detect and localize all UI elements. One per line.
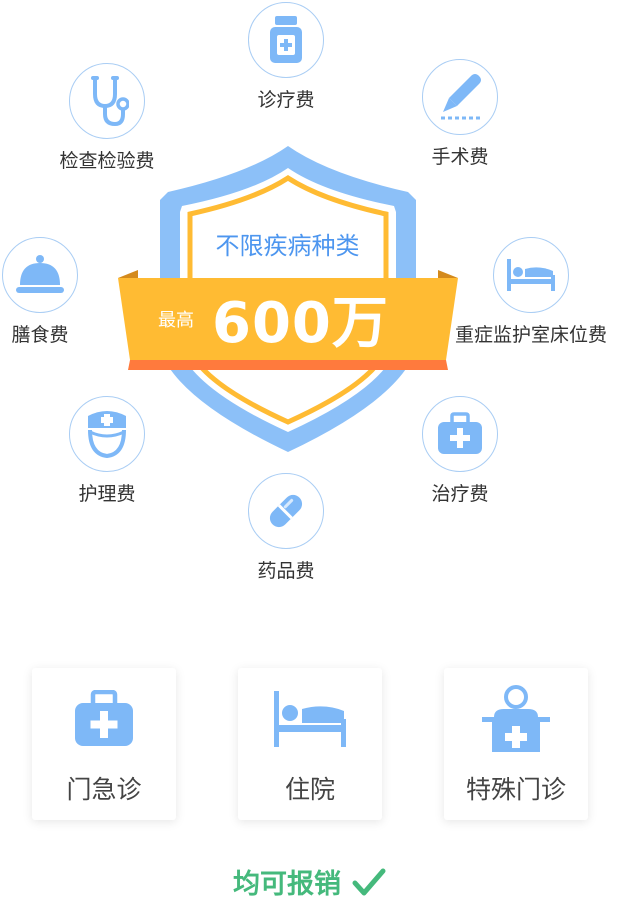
shield-amount: 600万	[212, 291, 389, 356]
fee-label: 重症监护室床位费	[454, 324, 607, 346]
card-special-outpatient: 特殊门诊	[444, 668, 588, 820]
fee-label: 护理费	[78, 483, 136, 505]
medicine-bottle-icon	[248, 2, 324, 78]
hospital-bed-icon	[493, 237, 569, 313]
fee-item-meal: 膳食费	[0, 237, 120, 347]
fee-label: 药品费	[257, 560, 315, 582]
card-inpatient: 住院	[238, 668, 382, 820]
pill-capsule-icon	[248, 473, 324, 549]
medical-kit-icon	[32, 686, 176, 752]
card-outpatient-emergency: 门急诊	[32, 668, 176, 820]
shield-prefix: 最高	[158, 310, 194, 331]
hospital-bed-icon	[238, 686, 382, 752]
doctor-desk-icon	[444, 685, 588, 752]
footer: 均可报销	[0, 862, 619, 901]
card-label: 特殊门诊	[465, 775, 566, 804]
scalpel-icon	[422, 59, 498, 135]
checkmark-icon	[352, 868, 386, 895]
fee-label: 膳食费	[11, 324, 69, 346]
card-label: 住院	[284, 775, 335, 804]
fee-label: 治疗费	[431, 483, 489, 505]
stethoscope-icon	[69, 63, 145, 139]
fee-item-icu-bed: 重症监护室床位费	[451, 237, 611, 347]
fee-item-medicine: 药品费	[206, 473, 366, 583]
footer-text: 均可报销	[232, 869, 341, 900]
food-cloche-icon	[2, 237, 78, 313]
card-label: 门急诊	[66, 775, 142, 804]
fee-item-diagnosis: 诊疗费	[206, 2, 366, 112]
fee-label: 诊疗费	[257, 89, 315, 111]
shield-title: 不限疾病种类	[215, 232, 360, 260]
